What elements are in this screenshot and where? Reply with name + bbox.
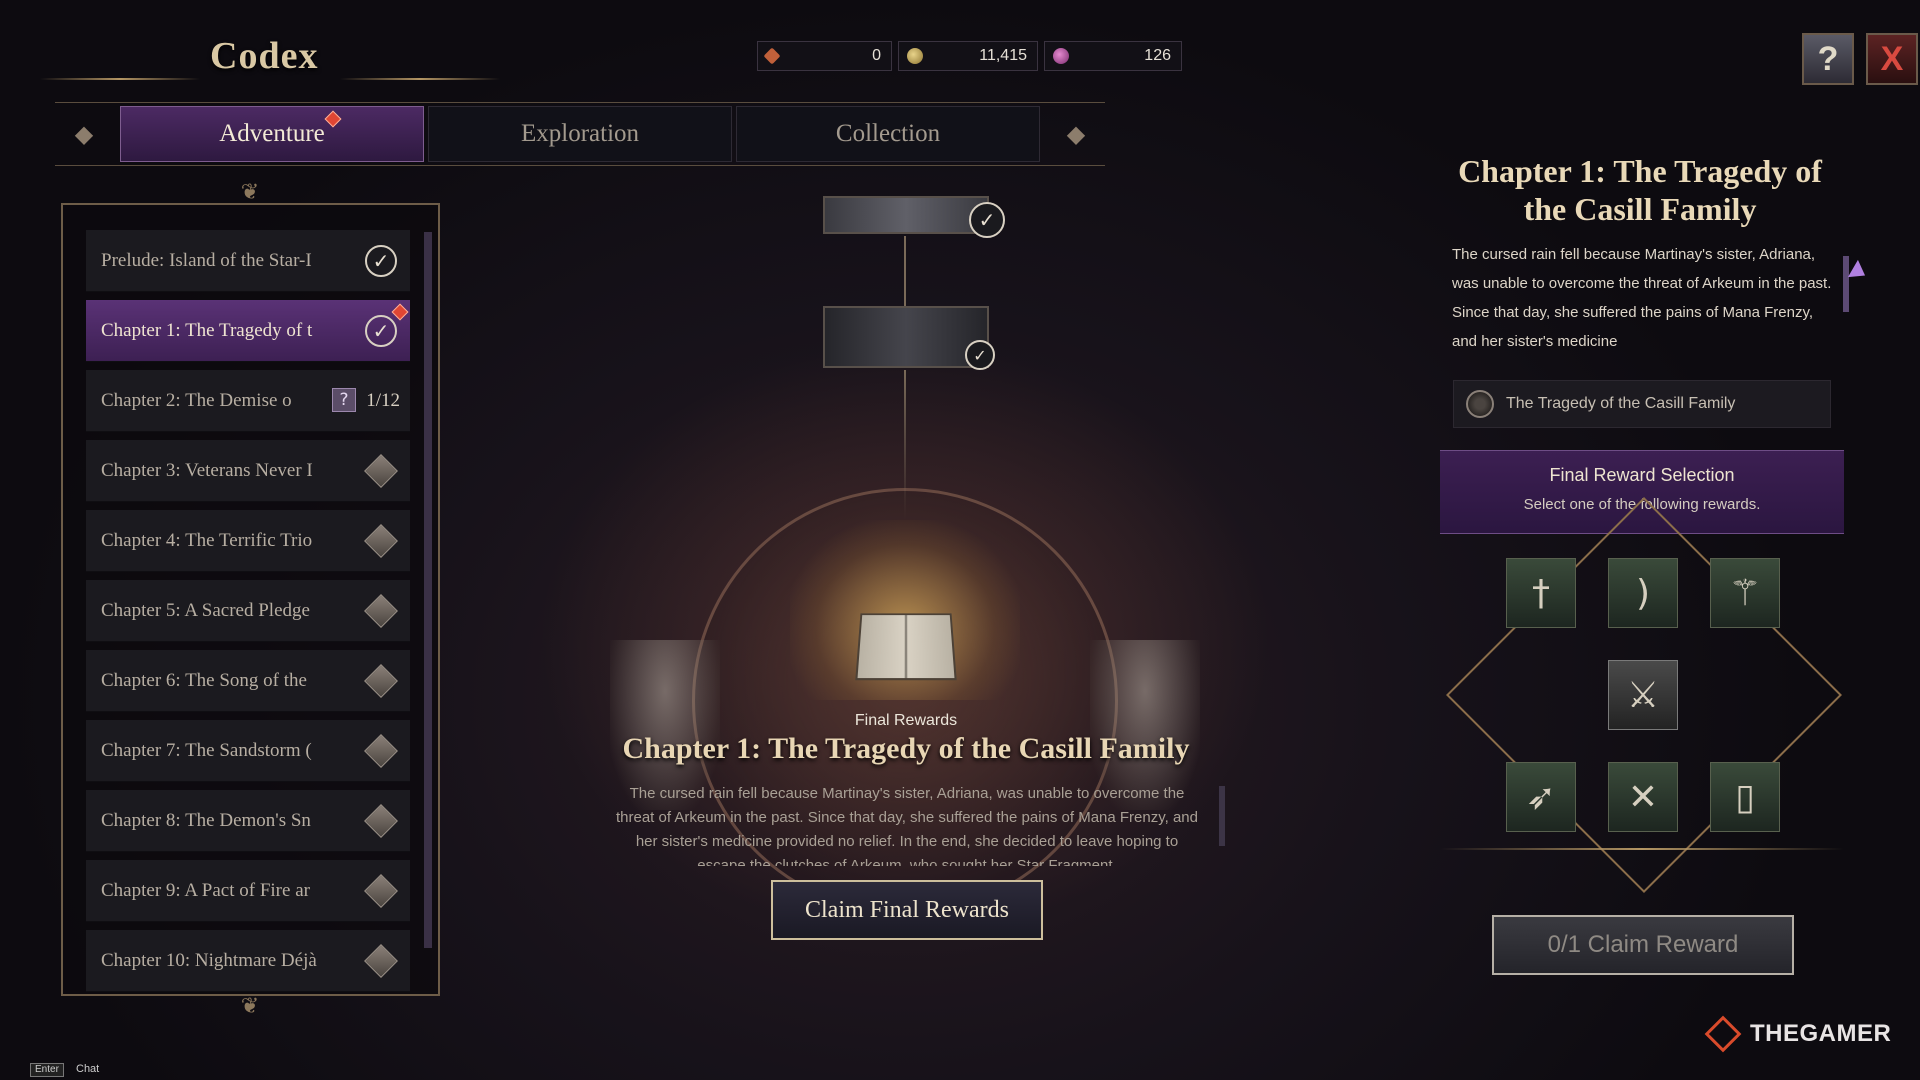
codex-title: Codex: [210, 35, 319, 77]
chapter-item-1[interactable]: Chapter 1: The Tragedy of t ✓: [86, 300, 410, 362]
locked-icon: [364, 454, 398, 488]
locked-icon: [364, 664, 398, 698]
chapter-label: Chapter 8: The Demon's Sn: [101, 809, 311, 831]
gold-coin-icon: [907, 48, 923, 64]
close-button[interactable]: X: [1866, 33, 1918, 85]
thegamer-watermark: THEGAMER: [1704, 1015, 1892, 1053]
final-rewards-title: Chapter 1: The Tragedy of the Casill Fam…: [622, 732, 1190, 765]
ticket-icon: [763, 47, 781, 65]
frame-ornament-top: ❦: [240, 179, 260, 204]
scrollbar-thumb[interactable]: [424, 232, 432, 948]
chapter-label: Chapter 6: The Song of the: [101, 669, 307, 691]
story-node[interactable]: ✓: [823, 306, 995, 370]
spellbook-icon[interactable]: ▯: [1710, 762, 1780, 832]
tab-collection-label: Collection: [835, 120, 941, 147]
chapter-progress: 1/12: [366, 390, 400, 411]
chapter-item-2[interactable]: Chapter 2: The Demise o ? 1/12: [86, 370, 410, 432]
locked-icon: [364, 804, 398, 838]
chapter-detail-title: Chapter 1: The Tragedy of the Casill Fam…: [1458, 153, 1822, 227]
chapter-label: Prelude: Island of the Star-I: [101, 249, 312, 271]
story-entry-row[interactable]: The Tragedy of the Casill Family: [1453, 380, 1831, 428]
chapter-label: Chapter 9: A Pact of Fire ar: [101, 879, 310, 901]
final-rewards-label: Final Rewards: [854, 712, 958, 729]
tab-prev-arrow-icon[interactable]: ◆: [58, 108, 110, 160]
completed-check-icon: ✓: [969, 202, 1005, 238]
chapter-item-7[interactable]: Chapter 7: The Sandstorm (: [86, 720, 410, 782]
crossbow-icon[interactable]: ➶: [1506, 762, 1576, 832]
locked-icon: [364, 524, 398, 558]
chapter-detail-scrollbar[interactable]: [1843, 256, 1849, 312]
help-icon: ?: [1817, 39, 1839, 78]
currency-gold-value: 11,415: [979, 47, 1027, 64]
chapter-item-prelude[interactable]: Prelude: Island of the Star-I ✓: [86, 230, 410, 292]
currency-ticket: 0: [757, 41, 892, 71]
film-reel-icon: [1466, 390, 1494, 418]
unknown-question-icon: ?: [332, 388, 356, 412]
greatsword-icon[interactable]: †: [1506, 558, 1576, 628]
chapter-label: Chapter 10: Nightmare Déjà: [101, 949, 317, 971]
enter-key-hint: Enter: [30, 1063, 64, 1077]
title-flourish-right: [340, 78, 500, 80]
close-icon: X: [1880, 39, 1904, 78]
locked-icon: [364, 874, 398, 908]
final-rewards-description: The cursed rain fell because Martinay's …: [615, 785, 1198, 866]
completed-check-icon: ✓: [365, 245, 397, 277]
gem-icon: [1053, 48, 1069, 64]
chapter-item-8[interactable]: Chapter 8: The Demon's Sn: [86, 790, 410, 852]
chapter-list-scrollbar[interactable]: [424, 232, 432, 948]
currency-gold: 11,415: [898, 41, 1038, 71]
chapter-item-4[interactable]: Chapter 4: The Terrific Trio: [86, 510, 410, 572]
longbow-icon[interactable]: ): [1608, 558, 1678, 628]
chapter-label: Chapter 3: Veterans Never I: [101, 459, 313, 481]
chapter-item-9[interactable]: Chapter 9: A Pact of Fire ar: [86, 860, 410, 922]
claim-final-rewards-button[interactable]: Claim Final Rewards: [771, 880, 1043, 940]
chapter-item-10[interactable]: Chapter 10: Nightmare Déjà: [86, 930, 410, 992]
tab-adventure-label: Adventure: [219, 120, 325, 147]
watermark-text: THEGAMER: [1750, 1020, 1892, 1047]
thegamer-logo-icon: [1704, 1015, 1742, 1053]
chapter-item-5[interactable]: Chapter 5: A Sacred Pledge: [86, 580, 410, 642]
chat-label[interactable]: Chat: [76, 1063, 99, 1075]
path-connector: [904, 236, 906, 306]
currency-gem: 126: [1044, 41, 1182, 71]
chapter-detail-description: The cursed rain fell because Martinay's …: [1452, 246, 1832, 350]
help-button[interactable]: ?: [1802, 33, 1854, 85]
chapter-label: Chapter 1: The Tragedy of t: [101, 319, 313, 341]
title-flourish-left: [40, 78, 200, 80]
currency-ticket-value: 0: [872, 47, 881, 64]
chapter-label: Chapter 4: The Terrific Trio: [101, 529, 313, 551]
currency-gem-value: 126: [1144, 47, 1171, 64]
sword-and-shield-icon[interactable]: ⚔: [1608, 660, 1678, 730]
tab-exploration-label: Exploration: [520, 120, 640, 147]
chapter-list: Prelude: Island of the Star-I ✓ Chapter …: [86, 230, 410, 1000]
alert-dot-icon: [324, 110, 342, 128]
staff-icon[interactable]: ⚚: [1710, 558, 1780, 628]
locked-icon: [364, 734, 398, 768]
reward-selection-title: Final Reward Selection: [1549, 465, 1735, 485]
open-book-icon: [855, 613, 957, 681]
description-scrollbar[interactable]: [1219, 786, 1225, 846]
reward-divider: [1440, 848, 1844, 850]
locked-icon: [364, 944, 398, 978]
story-entry-label: The Tragedy of the Casill Family: [1506, 395, 1736, 412]
tab-exploration[interactable]: Exploration: [428, 106, 732, 162]
story-node[interactable]: ✓: [823, 196, 1005, 238]
tab-next-arrow-icon[interactable]: ◆: [1050, 108, 1102, 160]
chapter-item-3[interactable]: Chapter 3: Veterans Never I: [86, 440, 410, 502]
dual-daggers-icon[interactable]: ✕: [1608, 762, 1678, 832]
chapter-label: Chapter 7: The Sandstorm (: [101, 739, 312, 761]
claim-reward-button[interactable]: 0/1 Claim Reward: [1492, 915, 1794, 975]
currency-bar: 0 11,415 126: [757, 41, 1182, 71]
tab-adventure[interactable]: Adventure: [120, 106, 424, 162]
chapter-label: Chapter 2: The Demise o: [101, 389, 292, 411]
locked-icon: [364, 594, 398, 628]
completed-check-icon: ✓: [965, 340, 995, 370]
completed-check-icon: ✓: [365, 315, 397, 347]
mouse-cursor-icon: [1847, 259, 1871, 285]
tab-collection[interactable]: Collection: [736, 106, 1040, 162]
chapter-label: Chapter 5: A Sacred Pledge: [101, 599, 310, 621]
chapter-item-6[interactable]: Chapter 6: The Song of the: [86, 650, 410, 712]
